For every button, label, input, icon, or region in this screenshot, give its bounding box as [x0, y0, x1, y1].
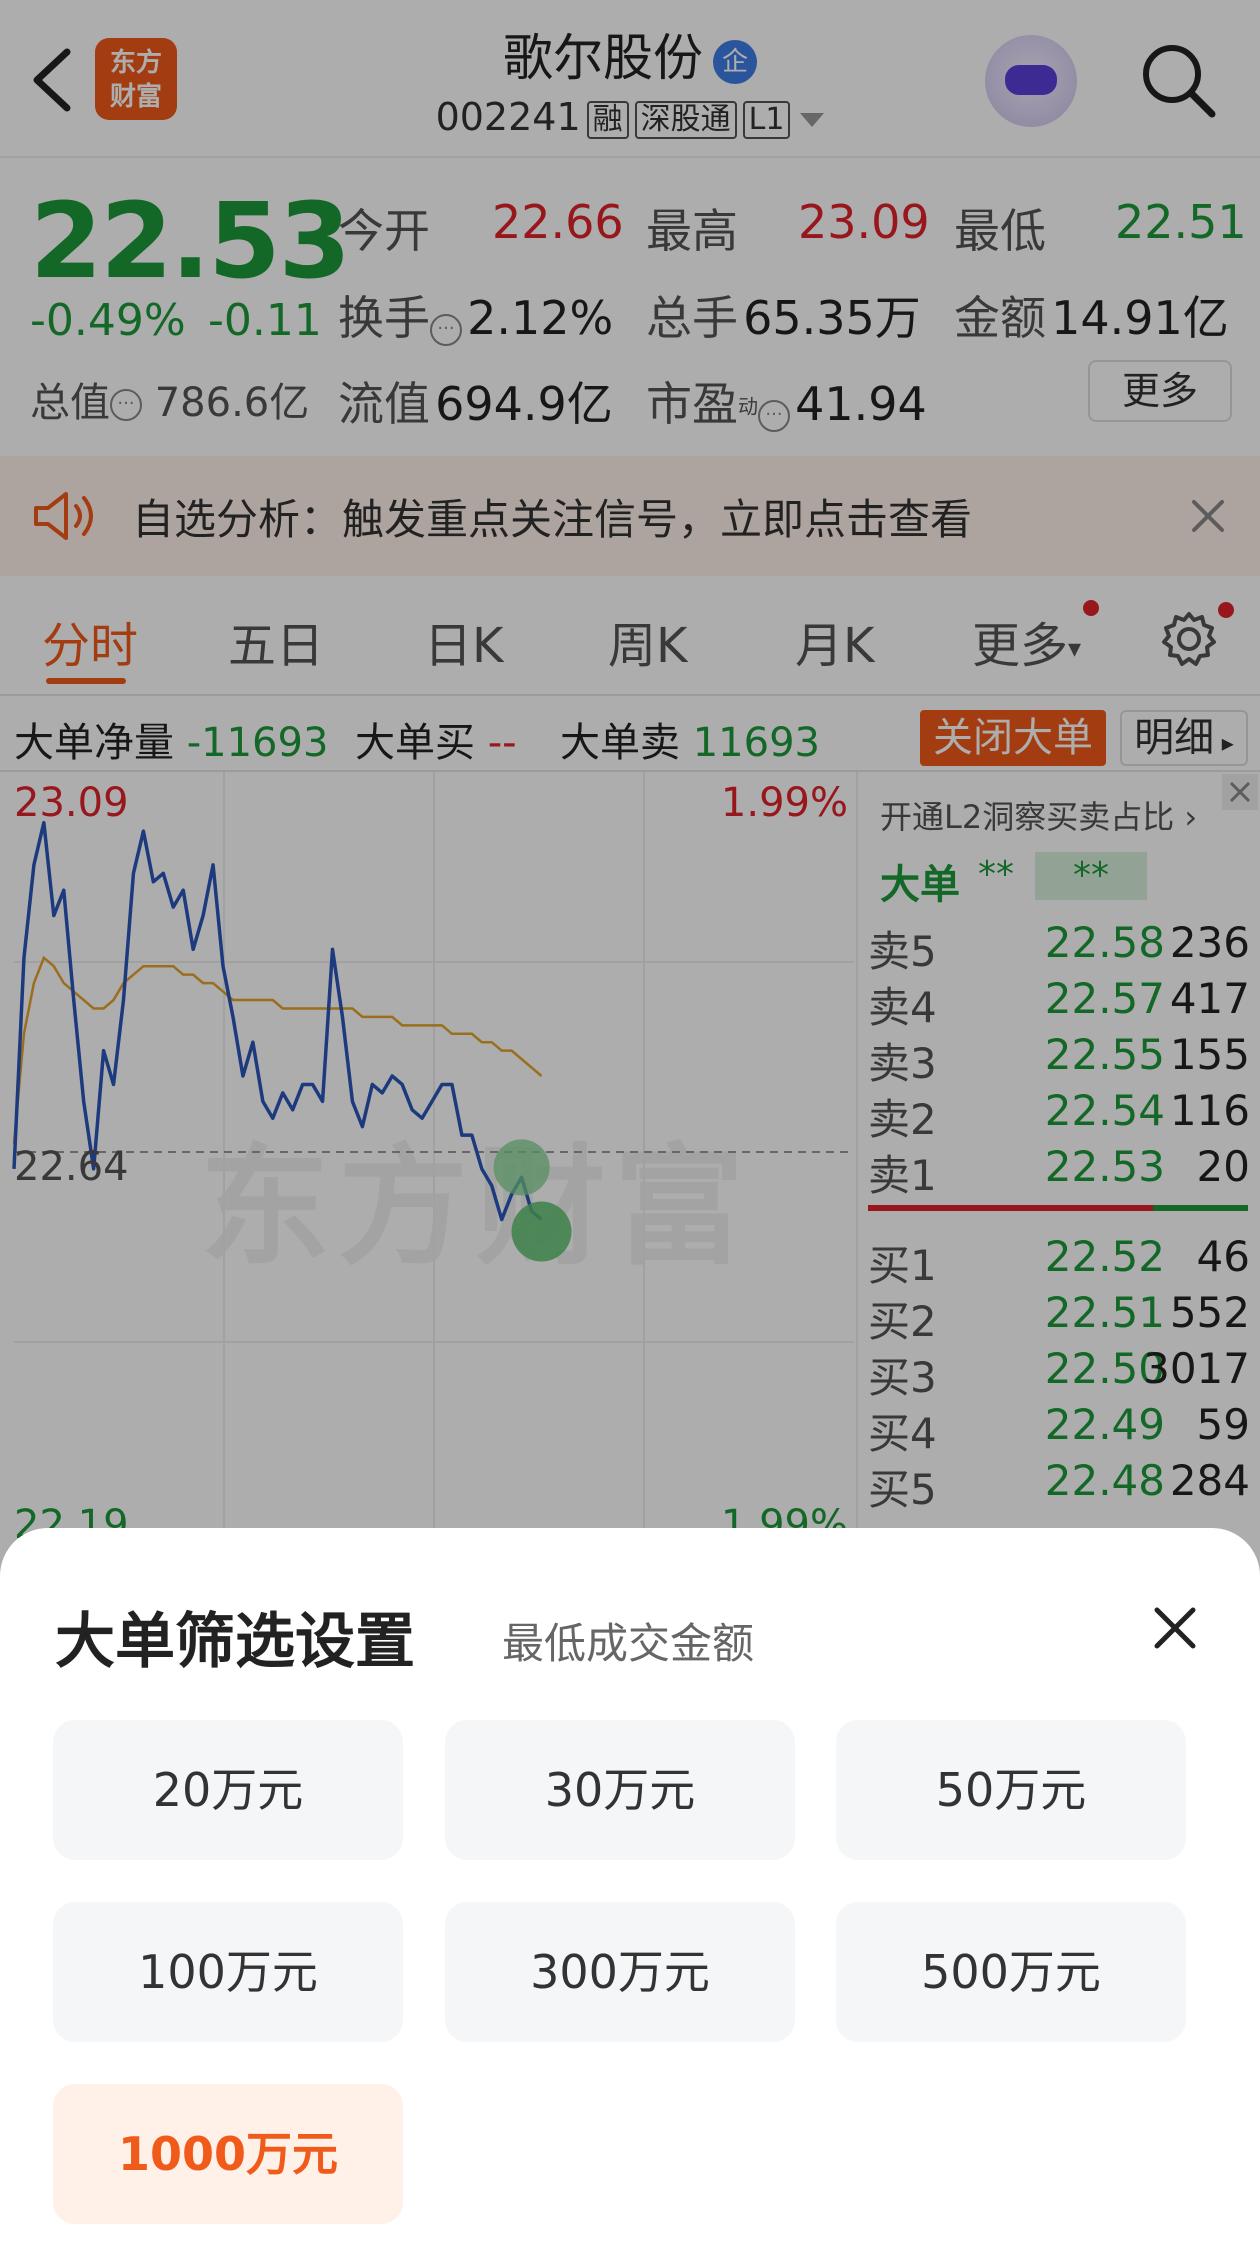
sheet-subtitle: 最低成交金额	[502, 1619, 755, 1668]
option-100w[interactable]: 100万元	[53, 1902, 403, 2042]
close-icon[interactable]	[1145, 1598, 1205, 1658]
big-order-filter-sheet: 大单筛选设置 最低成交金额 20万元 30万元 50万元 100万元 300万元…	[0, 1528, 1260, 2241]
option-300w[interactable]: 300万元	[445, 1902, 795, 2042]
option-500w[interactable]: 500万元	[836, 1902, 1186, 2042]
option-20w[interactable]: 20万元	[53, 1720, 403, 1860]
option-50w[interactable]: 50万元	[836, 1720, 1186, 1860]
sheet-title: 大单筛选设置	[55, 1607, 415, 1677]
option-1000w[interactable]: 1000万元	[53, 2084, 403, 2224]
option-30w[interactable]: 30万元	[445, 1720, 795, 1860]
